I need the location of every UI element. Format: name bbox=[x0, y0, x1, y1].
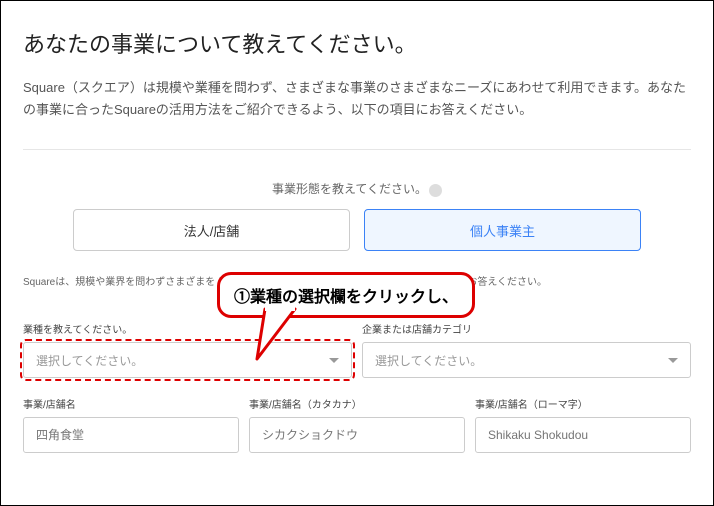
name-label: 事業/店舗名 bbox=[23, 396, 239, 411]
divider bbox=[23, 149, 691, 150]
category-label: 企業または店舗カテゴリ bbox=[362, 321, 691, 336]
business-form-options: 法人/店舗 個人事業主 bbox=[23, 209, 691, 251]
option-sole[interactable]: 個人事業主 bbox=[364, 209, 641, 251]
option-corporate[interactable]: 法人/店舗 bbox=[73, 209, 350, 251]
name-roma-input[interactable] bbox=[475, 417, 691, 453]
name-kana-label: 事業/店舗名（カタカナ） bbox=[249, 396, 465, 411]
annotation-callout: ①業種の選択欄をクリックし、 bbox=[217, 272, 475, 318]
info-icon[interactable] bbox=[429, 184, 442, 197]
name-kana-input[interactable] bbox=[249, 417, 465, 453]
page-title: あなたの事業について教えてください。 bbox=[23, 27, 691, 59]
business-form-label: 事業形態を教えてください。 bbox=[23, 180, 691, 197]
name-input[interactable] bbox=[23, 417, 239, 453]
annotation-tail bbox=[255, 307, 305, 367]
page-description: Square（スクエア）は規模や業種を問わず、さまざまな事業のさまざまなニーズに… bbox=[23, 77, 691, 121]
name-roma-label: 事業/店舗名（ローマ字） bbox=[475, 396, 691, 411]
category-select[interactable]: 選択してください。 bbox=[362, 342, 691, 378]
